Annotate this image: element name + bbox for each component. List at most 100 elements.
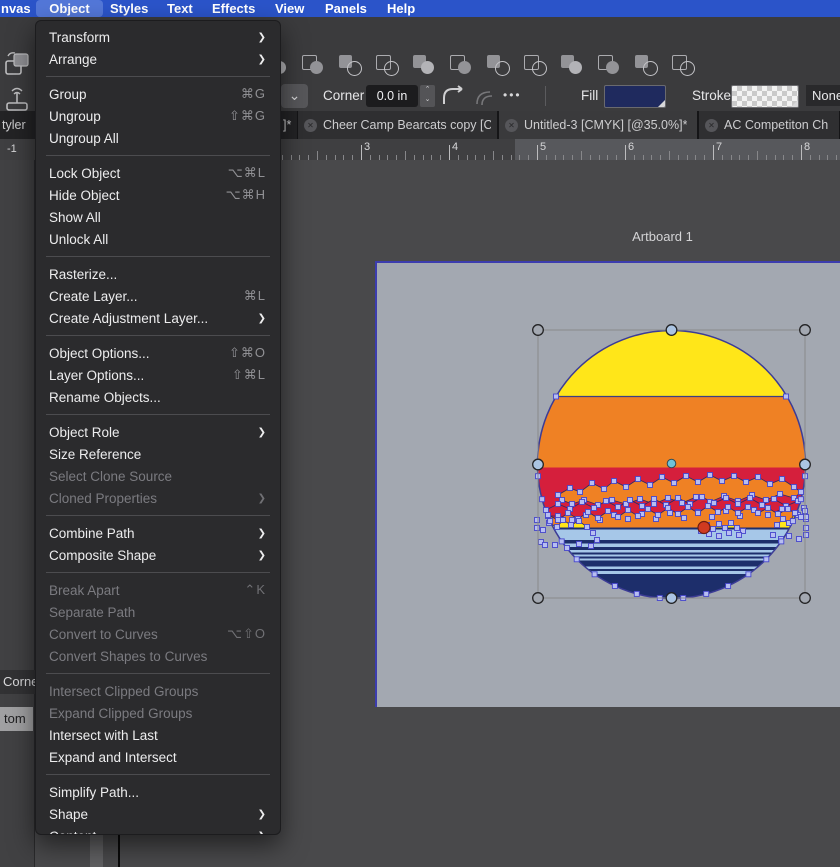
shape-operation-icon[interactable] xyxy=(485,52,511,78)
selection-handle-top-right[interactable] xyxy=(800,325,811,336)
panel-scrollbar[interactable] xyxy=(90,835,103,867)
vector-node-handle[interactable] xyxy=(535,526,540,531)
selection-handle-mid-right[interactable] xyxy=(800,459,811,470)
shape-operation-icon[interactable] xyxy=(596,52,622,78)
menu-item-object-role[interactable]: Object Role❯ xyxy=(36,421,280,443)
vector-node-handle[interactable] xyxy=(711,527,716,532)
vector-node-handle[interactable] xyxy=(589,544,594,549)
menu-item-transform[interactable]: Transform❯ xyxy=(36,26,280,48)
vector-node-handle[interactable] xyxy=(652,502,657,507)
menubar-item-nvas[interactable]: nvas xyxy=(1,0,31,17)
vector-node-handle[interactable] xyxy=(704,591,709,596)
menu-item-rasterize[interactable]: Rasterize... xyxy=(36,263,280,285)
vector-node-handle[interactable] xyxy=(546,513,551,518)
corner-stepper[interactable]: ⌃ ⌄ xyxy=(420,85,435,107)
vector-node-handle[interactable] xyxy=(772,497,777,502)
menu-item-intersect-with-last[interactable]: Intersect with Last xyxy=(36,724,280,746)
vector-node-handle[interactable] xyxy=(793,511,798,516)
fill-swatch[interactable] xyxy=(604,85,666,108)
menu-item-ungroup-all[interactable]: Ungroup All xyxy=(36,127,280,149)
center-node-marker[interactable] xyxy=(667,459,676,468)
tab-close-icon[interactable]: ✕ xyxy=(705,119,718,132)
vector-node-handle[interactable] xyxy=(726,505,731,510)
selection-handle-bottom-mid[interactable] xyxy=(666,593,677,604)
vector-node-handle[interactable] xyxy=(717,534,722,539)
vector-node-handle[interactable] xyxy=(616,515,621,520)
vector-node-handle[interactable] xyxy=(726,584,731,589)
vector-node-handle[interactable] xyxy=(804,533,809,538)
shape-operation-icon[interactable] xyxy=(522,52,548,78)
vector-node-handle[interactable] xyxy=(784,394,789,399)
options-dropdown-button[interactable]: ⌄ xyxy=(281,84,308,108)
vector-node-handle[interactable] xyxy=(592,572,597,577)
shape-operation-icon[interactable] xyxy=(300,52,326,78)
vector-node-handle[interactable] xyxy=(602,487,607,492)
vector-node-handle[interactable] xyxy=(556,493,561,498)
vector-node-handle[interactable] xyxy=(732,474,737,479)
menu-item-content[interactable]: Content❯ xyxy=(36,825,280,835)
vector-node-handle[interactable] xyxy=(764,557,769,562)
transform-tool-icon[interactable] xyxy=(2,50,34,80)
vector-node-handle[interactable] xyxy=(775,523,780,528)
menu-item-group[interactable]: Group⌘G xyxy=(36,83,280,105)
vector-node-handle[interactable] xyxy=(680,501,685,506)
vector-node-handle[interactable] xyxy=(768,482,773,487)
stroke-style-select[interactable]: None xyxy=(806,85,840,106)
vector-node-handle[interactable] xyxy=(586,510,591,515)
menu-item-ungroup[interactable]: Ungroup⇧⌘G xyxy=(36,105,280,127)
vector-node-handle[interactable] xyxy=(776,512,781,517)
vector-node-handle[interactable] xyxy=(682,516,687,521)
vector-node-handle[interactable] xyxy=(636,514,641,519)
shape-operation-icon[interactable] xyxy=(633,52,659,78)
vector-node-handle[interactable] xyxy=(720,479,725,484)
vector-node-handle[interactable] xyxy=(541,528,546,533)
vector-node-handle[interactable] xyxy=(569,523,574,528)
vector-node-handle[interactable] xyxy=(543,543,548,548)
menu-item-composite-shape[interactable]: Composite Shape❯ xyxy=(36,544,280,566)
vector-node-handle[interactable] xyxy=(729,521,734,526)
vector-node-handle[interactable] xyxy=(565,546,570,551)
vector-node-handle[interactable] xyxy=(727,531,732,536)
vector-node-handle[interactable] xyxy=(592,506,597,511)
document-tab-partial[interactable]: tyler xyxy=(2,111,26,139)
vector-node-handle[interactable] xyxy=(746,572,751,577)
vector-node-handle[interactable] xyxy=(780,477,785,482)
vector-node-handle[interactable] xyxy=(628,498,633,503)
vector-node-handle[interactable] xyxy=(612,479,617,484)
menu-item-object-options[interactable]: Object Options...⇧⌘O xyxy=(36,342,280,364)
vector-node-handle[interactable] xyxy=(604,499,609,504)
menu-item-unlock-all[interactable]: Unlock All xyxy=(36,228,280,250)
vector-node-handle[interactable] xyxy=(723,526,728,531)
vector-node-handle[interactable] xyxy=(706,504,711,509)
vector-node-handle[interactable] xyxy=(555,525,560,530)
vector-node-handle[interactable] xyxy=(652,497,657,502)
vector-node-handle[interactable] xyxy=(666,506,671,511)
red-node-marker[interactable] xyxy=(698,522,710,534)
vector-node-handle[interactable] xyxy=(596,516,601,521)
vector-node-handle[interactable] xyxy=(717,522,722,527)
menu-item-show-all[interactable]: Show All xyxy=(36,206,280,228)
vector-node-handle[interactable] xyxy=(787,534,792,539)
vector-node-handle[interactable] xyxy=(626,508,631,513)
vector-node-handle[interactable] xyxy=(736,511,741,516)
menu-item-shape[interactable]: Shape❯ xyxy=(36,803,280,825)
vector-node-handle[interactable] xyxy=(804,526,809,531)
vector-node-handle[interactable] xyxy=(580,500,585,505)
shape-operation-icon[interactable] xyxy=(374,52,400,78)
menubar-item-help[interactable]: Help xyxy=(387,0,415,17)
document-tab-untitled-3-cmyk[interactable]: ✕Untitled-3 [CMYK] [@35.0%]* xyxy=(498,111,698,139)
vector-node-handle[interactable] xyxy=(766,513,771,518)
artboard-title[interactable]: Artboard 1 xyxy=(575,229,750,244)
vector-node-handle[interactable] xyxy=(778,492,783,497)
vector-node-handle[interactable] xyxy=(696,480,701,485)
vector-node-handle[interactable] xyxy=(760,503,765,508)
selection-handle-mid-left[interactable] xyxy=(533,459,544,470)
vector-node-handle[interactable] xyxy=(737,533,742,538)
stepper-up-icon[interactable]: ⌃ xyxy=(420,85,435,95)
left-panel-bottom-option[interactable]: tom xyxy=(0,707,33,731)
vector-node-handle[interactable] xyxy=(790,519,795,524)
menu-item-expand-and-intersect[interactable]: Expand and Intersect xyxy=(36,746,280,768)
vector-node-handle[interactable] xyxy=(544,508,549,513)
vector-node-handle[interactable] xyxy=(636,477,641,482)
menubar-item-styles[interactable]: Styles xyxy=(110,0,148,17)
